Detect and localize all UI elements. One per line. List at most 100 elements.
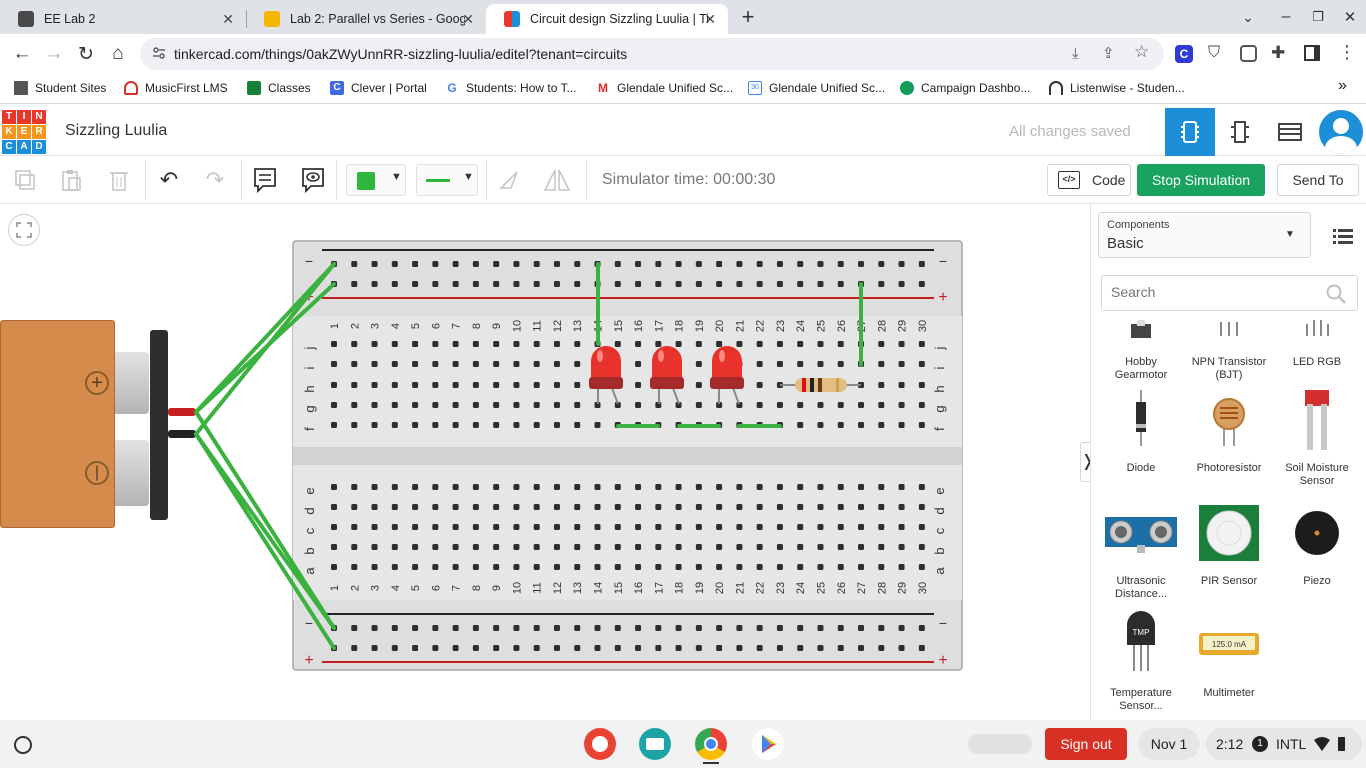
bookmarks-bar: Student Sites MusicFirst LMS Classes C Cl… (0, 74, 1366, 104)
bookmark-gusd-gmail[interactable]: M Glendale Unified Sc... (596, 81, 733, 95)
bookmark-student-sites[interactable]: Student Sites (14, 81, 106, 95)
play-store-icon[interactable] (752, 728, 784, 760)
back-icon[interactable]: ← (10, 42, 34, 66)
component-list-button[interactable] (1265, 108, 1315, 156)
search-icon[interactable] (1326, 284, 1346, 304)
component-hobby-gearmotor[interactable]: Hobby Gearmotor (1101, 320, 1181, 381)
component-photoresistor[interactable]: Photoresistor (1189, 386, 1269, 486)
bookmark-gusd-calendar[interactable]: 30 Glendale Unified Sc... (748, 81, 885, 95)
close-window-icon[interactable]: ✕ (1338, 5, 1362, 29)
tab-circuit-design[interactable]: Circuit design Sizzling Luulia | Ti ✕ (486, 4, 728, 34)
collapse-panel-button[interactable]: ❭ (1080, 442, 1090, 482)
led-1[interactable] (589, 346, 623, 405)
site-info-icon[interactable] (152, 46, 166, 60)
component-led-rgb[interactable]: LED RGB (1277, 320, 1357, 380)
component-piezo[interactable]: Piezo (1277, 499, 1357, 599)
list-view-icon[interactable] (1321, 216, 1365, 256)
components-dropdown[interactable]: Components Basic ▼ (1098, 212, 1311, 258)
component-npn-transistor[interactable]: NPN Transistor (BJT) (1189, 320, 1269, 381)
component-multimeter[interactable]: 125.0 mA Multimeter (1189, 611, 1269, 711)
screen-extension-icon[interactable] (1240, 45, 1257, 62)
battery-wires[interactable] (194, 262, 336, 650)
bookmark-star-icon[interactable]: ☆ (1134, 42, 1149, 62)
address-bar[interactable]: tinkercad.com/things/0akZWyUnnRR-sizzlin… (140, 38, 1164, 70)
shield-extension-icon[interactable]: ⛉ (1208, 44, 1220, 62)
tab-search-icon[interactable]: ⌄ (1236, 5, 1260, 29)
bookmark-students-how-to[interactable]: G Students: How to T... (445, 81, 577, 95)
wire[interactable] (194, 410, 336, 630)
component-soil-moisture-sensor[interactable]: Soil Moisture Sensor (1277, 386, 1357, 487)
led-3[interactable] (710, 346, 744, 405)
bookmark-clever[interactable]: C Clever | Portal (330, 81, 427, 95)
chrome-app-icon[interactable] (695, 728, 727, 760)
bookmark-classes[interactable]: Classes (247, 81, 311, 95)
design-title[interactable]: Sizzling Luulia (65, 122, 167, 140)
wire-color-swatch (357, 172, 375, 190)
circuit-view-button[interactable] (1165, 108, 1215, 156)
google-slides-icon (264, 11, 280, 27)
bookmark-campaign[interactable]: Campaign Dashbo... (900, 81, 1030, 95)
canvas-app-icon[interactable] (584, 728, 616, 760)
forward-icon[interactable]: → (42, 42, 66, 66)
code-button[interactable]: </> Code (1047, 164, 1131, 196)
component-diode[interactable]: Diode (1101, 386, 1181, 486)
rotate-icon[interactable] (492, 164, 526, 196)
tinkercad-logo[interactable]: T I N K E R C A D (2, 110, 46, 154)
classroom-app-icon[interactable] (639, 728, 671, 760)
workplane-canvas[interactable]: + | 1 1 2 2 3 3 4 4 5 5 6 6 7 7 8 8 9 9 10 10 11 11 12 12 13 13 14… (0, 204, 1090, 720)
install-app-icon[interactable]: ⤓ (1072, 45, 1079, 62)
wire[interactable] (194, 262, 336, 414)
reload-icon[interactable]: ↻ (74, 42, 98, 66)
component-label: Piezo (1303, 575, 1331, 587)
tab-ee-lab-2[interactable]: EE Lab 2 ✕ (0, 4, 246, 34)
extension-c-icon[interactable]: C (1175, 45, 1193, 63)
resistor[interactable] (780, 378, 861, 392)
restore-icon[interactable]: ❐ (1306, 5, 1330, 29)
user-avatar[interactable] (1319, 110, 1363, 154)
date-tray[interactable]: Nov 1 (1138, 728, 1200, 760)
share-icon[interactable]: ⇪ (1102, 44, 1115, 62)
menu-kebab-icon[interactable]: ⋮ (1338, 42, 1356, 63)
bookmark-musicfirst[interactable]: MusicFirst LMS (124, 81, 228, 95)
launcher-icon[interactable] (14, 736, 32, 754)
send-to-button[interactable]: Send To (1277, 164, 1359, 196)
paste-icon[interactable] (54, 164, 88, 196)
close-tab-icon[interactable]: ✕ (462, 11, 474, 28)
copy-icon[interactable] (8, 164, 42, 196)
wire[interactable] (194, 262, 336, 436)
tray-thumbnails[interactable] (968, 734, 1032, 754)
status-tray[interactable]: 2:12 1 INTL (1206, 728, 1362, 760)
toolbar-divider (586, 160, 587, 200)
sign-out-button[interactable]: Sign out (1045, 728, 1127, 760)
redo-icon[interactable]: ↷ (198, 164, 232, 196)
undo-icon[interactable]: ↶ (152, 164, 186, 196)
close-tab-icon[interactable]: ✕ (222, 11, 234, 28)
wire-color-dropdown[interactable]: ▼ (346, 164, 406, 196)
extensions-puzzle-icon[interactable]: ✚ (1271, 43, 1285, 63)
more-bookmarks-icon[interactable]: » (1338, 77, 1347, 95)
side-panel-icon[interactable] (1304, 45, 1320, 61)
led-2[interactable] (650, 346, 684, 405)
delete-icon[interactable] (102, 164, 136, 196)
component-temperature-sensor[interactable]: TMP Temperature Sensor... (1101, 611, 1181, 712)
wire-type-dropdown[interactable]: ▼ (416, 164, 478, 196)
wire[interactable] (194, 432, 336, 650)
search-input[interactable] (1111, 284, 1311, 300)
bookmark-listenwise[interactable]: Listenwise - Studen... (1049, 81, 1185, 95)
schematic-view-button[interactable] (1215, 108, 1265, 156)
home-icon[interactable]: ⌂ (106, 42, 130, 66)
notes-icon[interactable] (248, 164, 282, 196)
close-tab-icon[interactable]: ✕ (704, 11, 716, 28)
component-pir-sensor[interactable]: PIR Sensor (1189, 499, 1269, 599)
search-field[interactable] (1101, 275, 1358, 311)
component-ultrasonic-distance-sensor[interactable]: Ultrasonic Distance... (1101, 499, 1181, 600)
photoresistor-icon (1213, 398, 1245, 446)
minimize-icon[interactable]: – (1274, 5, 1298, 29)
new-tab-button[interactable]: + (736, 4, 760, 29)
toggle-notes-visibility-icon[interactable] (296, 164, 330, 196)
bookmark-label: Students: How to T... (466, 81, 577, 95)
jumper-wires[interactable] (596, 262, 863, 428)
flip-icon[interactable] (540, 164, 574, 196)
stop-simulation-button[interactable]: Stop Simulation (1137, 164, 1265, 196)
tab-lab-2-doc[interactable]: Lab 2: Parallel vs Series - Google ✕ (246, 4, 486, 34)
